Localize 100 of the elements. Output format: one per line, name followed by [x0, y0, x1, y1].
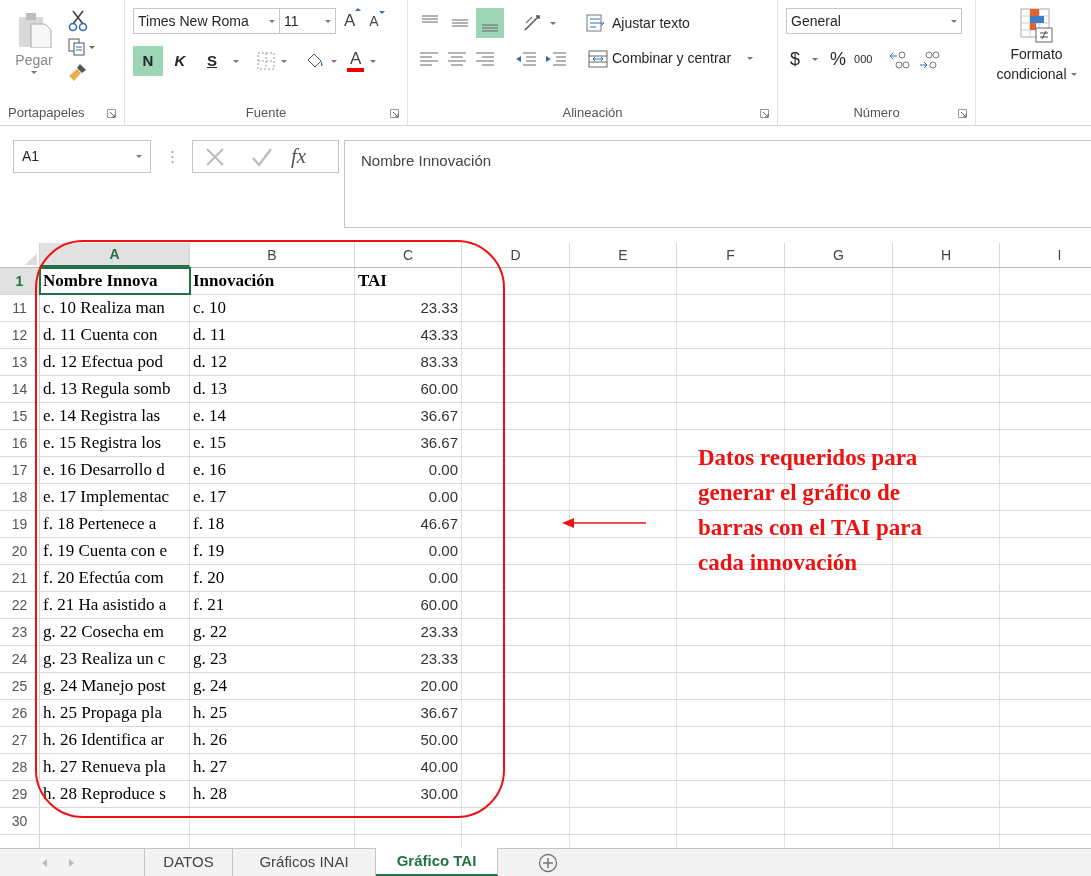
- caret-icon[interactable]: [378, 10, 385, 14]
- table-cell-text: g. 24: [192, 675, 227, 698]
- table-cell-text: 0.00: [428, 486, 459, 507]
- table-cell-text: d. 11 Cuenta con: [42, 324, 158, 347]
- column-header[interactable]: B: [190, 243, 355, 267]
- row-header[interactable]: 17: [0, 457, 40, 483]
- row-header[interactable]: 16: [0, 430, 40, 456]
- table-cell-text: h. 27: [192, 756, 227, 779]
- row-header[interactable]: 26: [0, 700, 40, 726]
- table-cell-text: f. 18: [192, 513, 225, 536]
- caret-icon[interactable]: [550, 21, 556, 25]
- caret-icon[interactable]: [747, 57, 754, 60]
- row-header[interactable]: 27: [0, 727, 40, 753]
- caret-icon[interactable]: [370, 59, 377, 63]
- dialog-launcher-icon[interactable]: [760, 108, 769, 118]
- caret-icon[interactable]: [331, 59, 337, 63]
- row-header[interactable]: 13: [0, 349, 40, 375]
- column-header[interactable]: D: [462, 243, 570, 267]
- dialog-launcher-icon[interactable]: [958, 108, 967, 118]
- row-header[interactable]: 19: [0, 511, 40, 537]
- row-header[interactable]: 21: [0, 565, 40, 591]
- font-size-dropdown[interactable]: 11: [280, 8, 336, 34]
- column-header[interactable]: F: [677, 243, 785, 267]
- table-cell-text: 23.33: [420, 297, 459, 318]
- sheet-tab[interactable]: Gráfico TAI: [376, 848, 498, 876]
- caret-icon[interactable]: [31, 71, 37, 74]
- table-cell-text: 36.67: [420, 702, 459, 723]
- table-cell-text: d. 13: [192, 378, 227, 401]
- table-cell-text: 43.33: [420, 324, 459, 345]
- table-cell-text: g. 24 Manejo post: [42, 675, 166, 698]
- shrink-font-button[interactable]: A: [369, 10, 385, 32]
- column-header[interactable]: G: [785, 243, 893, 267]
- row-header[interactable]: 11: [0, 295, 40, 321]
- table-cell-text: 23.33: [420, 648, 459, 669]
- more-options-icon[interactable]: [171, 150, 174, 164]
- number-format-button[interactable]: $: [790, 46, 800, 73]
- caret-icon[interactable]: [812, 58, 818, 61]
- caret-icon[interactable]: [951, 19, 957, 23]
- decrease-indent-icon[interactable]: [516, 51, 536, 66]
- row-header[interactable]: 22: [0, 592, 40, 618]
- row-header[interactable]: 14: [0, 376, 40, 402]
- font-name-dropdown[interactable]: Times New Roma: [133, 8, 280, 34]
- row-header[interactable]: 18: [0, 484, 40, 510]
- caret-icon[interactable]: [281, 59, 287, 63]
- table-cell-text: e. 15: [192, 432, 227, 455]
- row-header[interactable]: 29: [0, 781, 40, 807]
- caret-icon[interactable]: [269, 19, 275, 23]
- table-cell-text: e. 17 Implementac: [42, 486, 170, 509]
- table-cell-text: 20.00: [420, 675, 459, 696]
- conditional-format-icon[interactable]: [1019, 8, 1054, 44]
- row-header[interactable]: 12: [0, 322, 40, 348]
- column-header[interactable]: A: [40, 243, 190, 267]
- merge-cells-icon[interactable]: [588, 49, 608, 68]
- format-toggle-button[interactable]: S: [197, 46, 227, 76]
- increase-decimal-icon[interactable]: [888, 49, 911, 70]
- conditional-format-button[interactable]: Formato condicional: [996, 8, 1077, 84]
- column-header[interactable]: E: [570, 243, 677, 267]
- row-header[interactable]: 28: [0, 754, 40, 780]
- row-header[interactable]: 20: [0, 538, 40, 564]
- fill-color-icon[interactable]: [305, 52, 325, 70]
- caret-icon[interactable]: [136, 155, 142, 158]
- wrap-text-button[interactable]: Ajustar texto: [586, 12, 690, 34]
- row-header[interactable]: 30: [0, 808, 40, 834]
- row-header[interactable]: 25: [0, 673, 40, 699]
- row-header[interactable]: 23: [0, 619, 40, 645]
- grow-font-button[interactable]: A: [344, 8, 362, 34]
- dialog-launcher-icon[interactable]: [390, 108, 399, 118]
- name-box[interactable]: A1: [13, 140, 151, 173]
- copy-icon[interactable]: [68, 38, 96, 56]
- caret-icon[interactable]: [325, 19, 331, 23]
- dialog-launcher-icon[interactable]: [107, 108, 116, 118]
- font-color-button[interactable]: A: [347, 50, 365, 72]
- caret-icon[interactable]: [233, 59, 239, 63]
- paste-button[interactable]: Pegar: [8, 8, 60, 101]
- sheet-tab[interactable]: DATOS: [145, 849, 233, 876]
- number-format-button[interactable]: %: [830, 46, 847, 73]
- row-header[interactable]: 1: [0, 268, 40, 294]
- column-header[interactable]: C: [355, 243, 462, 267]
- table-cell-text: 83.33: [420, 351, 459, 372]
- caret-up-icon[interactable]: [355, 8, 362, 12]
- decrease-decimal-icon[interactable]: [918, 49, 941, 70]
- insert-function-button[interactable]: fx: [291, 140, 307, 173]
- table-cell-text: f. 19 Cuenta con e: [42, 540, 168, 563]
- number-format-button[interactable]: 000: [854, 51, 873, 68]
- format-toggle-button[interactable]: K: [165, 46, 195, 76]
- format-toggle-button[interactable]: N: [133, 46, 163, 76]
- table-cell-text: 60.00: [420, 594, 459, 615]
- add-sheet-icon[interactable]: [538, 852, 558, 873]
- row-header[interactable]: 24: [0, 646, 40, 672]
- merge-center-button[interactable]: Combinar y centrar: [588, 48, 754, 69]
- row-header[interactable]: 15: [0, 403, 40, 429]
- increase-indent-icon[interactable]: [546, 51, 566, 66]
- table-cell-text: e. 16 Desarrollo d: [42, 459, 165, 482]
- check-icon[interactable]: [251, 146, 273, 167]
- column-header[interactable]: I: [1000, 243, 1091, 267]
- number-format-dropdown[interactable]: General: [786, 8, 962, 34]
- column-header[interactable]: H: [893, 243, 1000, 267]
- clipboard-icon[interactable]: [16, 12, 52, 48]
- formula-input[interactable]: Nombre Innovación: [344, 140, 1091, 228]
- caret-icon[interactable]: [1070, 72, 1077, 76]
